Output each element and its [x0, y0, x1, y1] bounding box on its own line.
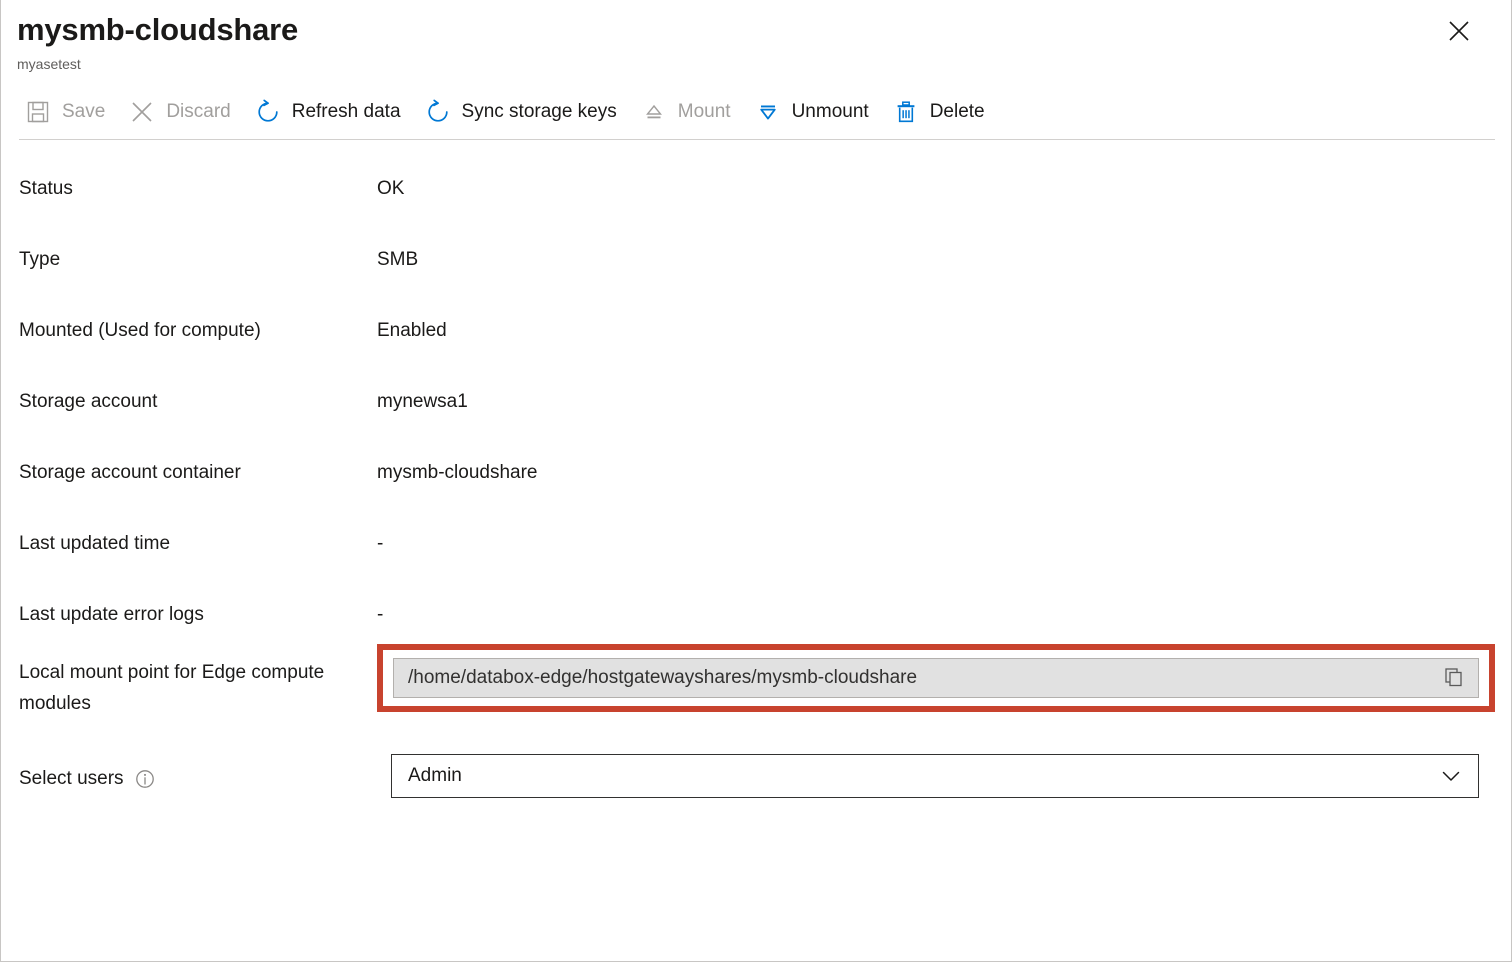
local-mount-point-field[interactable]: /home/databox-edge/hostgatewayshares/mys…	[393, 658, 1479, 698]
red-highlight-annotation: /home/databox-edge/hostgatewayshares/mys…	[377, 644, 1495, 712]
unmount-label: Unmount	[792, 101, 869, 123]
page-subtitle: myasetest	[17, 54, 1511, 74]
mount-label: Mount	[678, 101, 731, 123]
storage-account-value: mynewsa1	[377, 371, 1511, 417]
local-mount-point-label: Local mount point for Edge compute modul…	[19, 644, 377, 719]
type-value: SMB	[377, 229, 1511, 275]
status-value: OK	[377, 158, 1511, 204]
close-button[interactable]	[1442, 14, 1476, 48]
select-users-label: Select users	[19, 764, 124, 794]
close-icon	[1446, 18, 1472, 44]
property-row-select-users: Select users Admin	[1, 754, 1511, 798]
discard-icon	[127, 97, 157, 127]
copy-icon	[1443, 666, 1465, 691]
save-label: Save	[62, 101, 105, 123]
last-update-error-logs-label: Last update error logs	[19, 584, 377, 630]
select-users-label-wrap: Select users	[19, 754, 377, 794]
delete-button[interactable]: Delete	[887, 92, 997, 132]
refresh-icon	[253, 97, 283, 127]
chevron-down-icon	[1438, 763, 1464, 789]
local-mount-point-highlight: /home/databox-edge/hostgatewayshares/mys…	[377, 644, 1495, 712]
select-users-dropdown[interactable]: Admin	[391, 754, 1479, 798]
info-icon[interactable]	[134, 768, 156, 790]
save-icon	[23, 97, 53, 127]
property-row-local-mount-point: Local mount point for Edge compute modul…	[1, 644, 1511, 740]
storage-account-label: Storage account	[19, 371, 377, 417]
command-toolbar: Save Discard Refresh data	[1, 89, 1511, 135]
status-label: Status	[19, 158, 377, 204]
save-button[interactable]: Save	[19, 92, 117, 132]
type-label: Type	[19, 229, 377, 275]
unmount-button[interactable]: Unmount	[749, 92, 881, 132]
property-row-last-update-error-logs: Last update error logs -	[1, 584, 1511, 644]
last-update-error-logs-value: -	[377, 584, 1511, 630]
properties-list: Status OK Type SMB Mounted (Used for com…	[1, 140, 1511, 798]
refresh-data-label: Refresh data	[292, 101, 401, 123]
sync-icon	[423, 97, 453, 127]
storage-account-container-value: mysmb-cloudshare	[377, 442, 1511, 488]
mounted-value: Enabled	[377, 300, 1511, 346]
discard-button[interactable]: Discard	[123, 92, 242, 132]
discard-label: Discard	[166, 101, 230, 123]
last-updated-time-value: -	[377, 513, 1511, 559]
select-users-value: Admin	[408, 765, 1438, 787]
copy-button[interactable]	[1438, 662, 1470, 694]
share-details-blade: mysmb-cloudshare myasetest Save	[0, 0, 1512, 962]
delete-label: Delete	[930, 101, 985, 123]
property-row-status: Status OK	[1, 158, 1511, 229]
unmount-icon	[753, 97, 783, 127]
select-users-control-wrap: Admin	[391, 754, 1479, 798]
property-row-storage-account: Storage account mynewsa1	[1, 371, 1511, 442]
property-row-last-updated-time: Last updated time -	[1, 513, 1511, 584]
mount-eject-icon	[639, 97, 669, 127]
page-title: mysmb-cloudshare	[17, 10, 1511, 50]
refresh-data-button[interactable]: Refresh data	[249, 92, 413, 132]
sync-storage-keys-button[interactable]: Sync storage keys	[419, 92, 629, 132]
last-updated-time-label: Last updated time	[19, 513, 377, 559]
property-row-type: Type SMB	[1, 229, 1511, 300]
property-row-storage-account-container: Storage account container mysmb-cloudsha…	[1, 442, 1511, 513]
mounted-label: Mounted (Used for compute)	[19, 300, 377, 346]
trash-icon	[891, 97, 921, 127]
mount-button[interactable]: Mount	[635, 92, 743, 132]
property-row-mounted: Mounted (Used for compute) Enabled	[1, 300, 1511, 371]
storage-account-container-label: Storage account container	[19, 442, 377, 488]
blade-header: mysmb-cloudshare myasetest	[1, 0, 1511, 74]
sync-storage-keys-label: Sync storage keys	[462, 101, 617, 123]
local-mount-point-value: /home/databox-edge/hostgatewayshares/mys…	[408, 667, 1438, 689]
